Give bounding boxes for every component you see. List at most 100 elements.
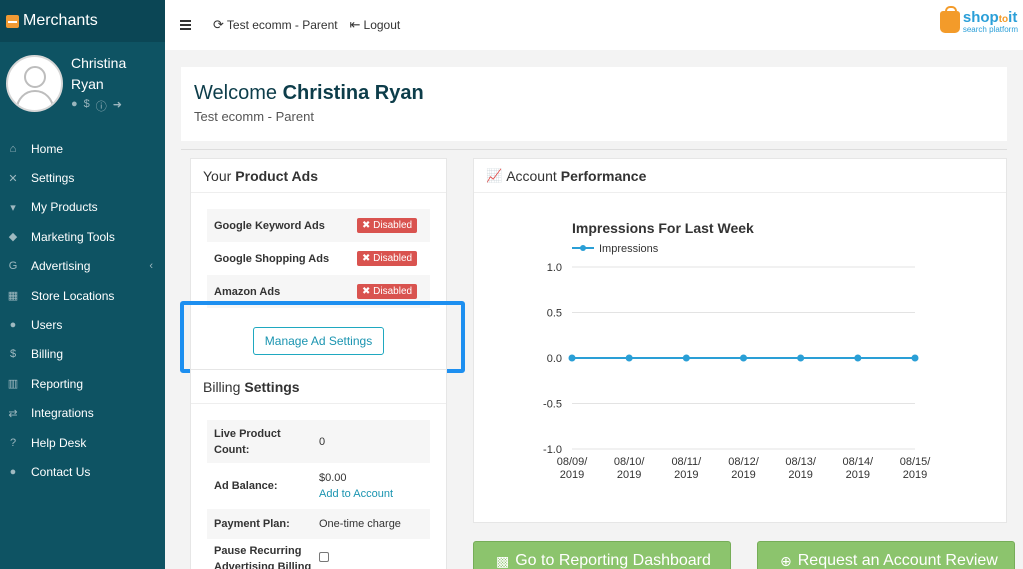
- sidebar-item-label: Marketing Tools: [31, 229, 115, 244]
- sidebar-item-store-locations[interactable]: ▦ Store Locations: [0, 281, 165, 310]
- product-ad-name: Amazon Ads: [214, 285, 281, 298]
- sidebar-item-label: Contact Us: [31, 464, 91, 479]
- data-point[interactable]: [568, 354, 576, 362]
- tag-icon: ◆: [8, 231, 18, 244]
- sidebar-item-settings[interactable]: ✕ Settings: [0, 163, 165, 192]
- welcome-card: Welcome Christina Ryan Test ecomm - Pare…: [181, 67, 1007, 141]
- sidebar-item-label: Users: [31, 318, 63, 333]
- pause-billing-checkbox[interactable]: [319, 552, 329, 562]
- dollar-icon: $: [9, 348, 17, 361]
- top-bar: ⟳ Test ecomm - Parent ⇤ Logout shoptoit …: [165, 0, 1023, 50]
- reporting-dashboard-button[interactable]: ▩ Go to Reporting Dashboard: [473, 541, 731, 569]
- logo-subtitle: search platform: [962, 25, 1018, 34]
- menu-toggle-icon[interactable]: [180, 20, 191, 30]
- user-profile: Christina Ryan ● $ ⓘ ➜: [0, 42, 165, 124]
- sidebar-item-my-products[interactable]: ▾ My Products: [0, 193, 165, 222]
- user-name: Christina Ryan: [71, 54, 127, 92]
- switch-store-link[interactable]: ⟳ Test ecomm - Parent: [213, 17, 338, 33]
- product-ad-row: Google Keyword Ads ✖ Disabled: [207, 209, 430, 242]
- x-tick-label: 08/15/2019: [900, 456, 932, 481]
- x-tick-label: 08/09/2019: [557, 456, 589, 481]
- add-to-account-link[interactable]: Add to Account: [319, 486, 430, 502]
- close-icon: ✖: [362, 220, 374, 231]
- sidebar-item-users[interactable]: ● Users: [0, 310, 165, 339]
- sidebar-item-label: Advertising: [31, 259, 91, 274]
- sidebar-item-home[interactable]: ⌂ Home: [0, 134, 165, 163]
- billing-settings-title: Billing Settings: [191, 370, 446, 404]
- y-tick-label: 0.5: [547, 308, 562, 320]
- brand[interactable]: Merchants: [0, 0, 165, 42]
- sidebar-item-help-desk[interactable]: ? Help Desk: [0, 428, 165, 457]
- sidebar-item-label: Settings: [31, 171, 75, 186]
- status-badge: ✖ Disabled: [357, 251, 418, 266]
- payment-plan-row: Payment Plan: One-time charge: [207, 509, 430, 539]
- sidebar-item-reporting[interactable]: ▥ Reporting: [0, 369, 165, 398]
- shopping-bag-icon: [939, 6, 960, 33]
- live-product-count-row: Live Product Count: 0: [207, 420, 430, 463]
- billing-settings-panel: Billing Settings Live Product Count: 0 Ad…: [190, 369, 447, 569]
- brand-title: Merchants: [23, 12, 98, 29]
- status-badge: ✖ Disabled: [357, 218, 418, 233]
- y-tick-label: 1.0: [547, 262, 562, 274]
- product-ad-name: Google Keyword Ads: [214, 219, 325, 232]
- data-point[interactable]: [797, 354, 805, 362]
- logout-label: Logout: [363, 18, 401, 32]
- product-ad-name: Google Shopping Ads: [214, 252, 330, 265]
- sign-out-icon[interactable]: ➜: [113, 98, 122, 114]
- pause-billing-row: Pause Recurring Advertising Billing: [207, 539, 430, 569]
- user-icon[interactable]: ●: [71, 98, 78, 114]
- sidebar-item-label: Reporting: [31, 376, 84, 391]
- logout-icon: ⇤: [349, 17, 361, 32]
- data-point[interactable]: [854, 354, 862, 362]
- sidebar-item-contact-us[interactable]: ● Contact Us: [0, 457, 165, 486]
- sidebar-item-billing[interactable]: $ Billing: [0, 340, 165, 369]
- bar-chart-icon: ▩: [496, 552, 510, 569]
- logout-link[interactable]: ⇤ Logout: [350, 17, 401, 33]
- account-performance-panel: 📈 Account Performance Impressions For Las…: [473, 158, 1007, 523]
- chat-icon: ●: [9, 465, 17, 478]
- sidebar-item-label: Home: [31, 141, 64, 156]
- data-point[interactable]: [682, 354, 690, 362]
- store-icon: ▦: [7, 290, 19, 303]
- sidebar-item-advertising[interactable]: G Advertising ‹: [0, 252, 165, 281]
- y-tick-label: -0.5: [543, 399, 562, 411]
- close-icon: ✖: [362, 253, 374, 264]
- ad-balance-row: Ad Balance: $0.00 Add to Account: [207, 463, 430, 509]
- chevron-left-icon: ‹: [149, 260, 153, 273]
- y-tick-label: -1.0: [543, 444, 562, 456]
- sidebar-item-label: My Products: [31, 200, 98, 215]
- data-point[interactable]: [911, 354, 919, 362]
- status-badge: ✖ Disabled: [357, 284, 418, 299]
- sidebar-item-label: Integrations: [31, 406, 94, 421]
- dollar-icon[interactable]: $: [84, 98, 90, 114]
- cart-icon: ▾: [10, 201, 16, 214]
- x-tick-label: 08/11/2019: [671, 456, 702, 481]
- sidebar-item-label: Store Locations: [31, 288, 115, 303]
- sidebar-item-integrations[interactable]: ⇄ Integrations: [0, 399, 165, 428]
- exchange-icon: ⇄: [8, 407, 18, 420]
- users-icon: ●: [9, 319, 17, 332]
- legend-label[interactable]: Impressions: [599, 243, 659, 255]
- sidebar-item-label: Billing: [31, 347, 64, 362]
- chart-title: Impressions For Last Week: [572, 220, 754, 236]
- line-chart-icon: 📈: [486, 167, 503, 183]
- sidebar: Merchants Christina Ryan ● $ ⓘ ➜ ⌂ Home ✕ S…: [0, 0, 165, 569]
- sidebar-item-label: Help Desk: [31, 435, 87, 450]
- account-performance-title: 📈 Account Performance: [474, 159, 1006, 193]
- data-point[interactable]: [625, 354, 633, 362]
- store-icon: [6, 14, 19, 28]
- avatar: [6, 54, 63, 112]
- sidebar-item-marketing-tools[interactable]: ◆ Marketing Tools: [0, 222, 165, 251]
- store-label: Test ecomm - Parent: [226, 18, 338, 32]
- shoptoit-logo[interactable]: shoptoit search platform: [939, 6, 1018, 34]
- x-tick-label: 08/10/2019: [614, 456, 646, 481]
- product-ads-title: Your Product Ads: [191, 159, 446, 193]
- y-tick-label: 0.0: [547, 353, 562, 365]
- account-review-button[interactable]: ⊕ Request an Account Review: [757, 541, 1015, 569]
- data-point[interactable]: [740, 354, 747, 362]
- search-plus-icon: ⊕: [780, 552, 792, 569]
- question-icon: ?: [9, 436, 17, 449]
- x-tick-label: 08/13/2019: [785, 456, 817, 481]
- welcome-name: Christina Ryan: [282, 82, 424, 104]
- info-icon[interactable]: ⓘ: [96, 98, 107, 114]
